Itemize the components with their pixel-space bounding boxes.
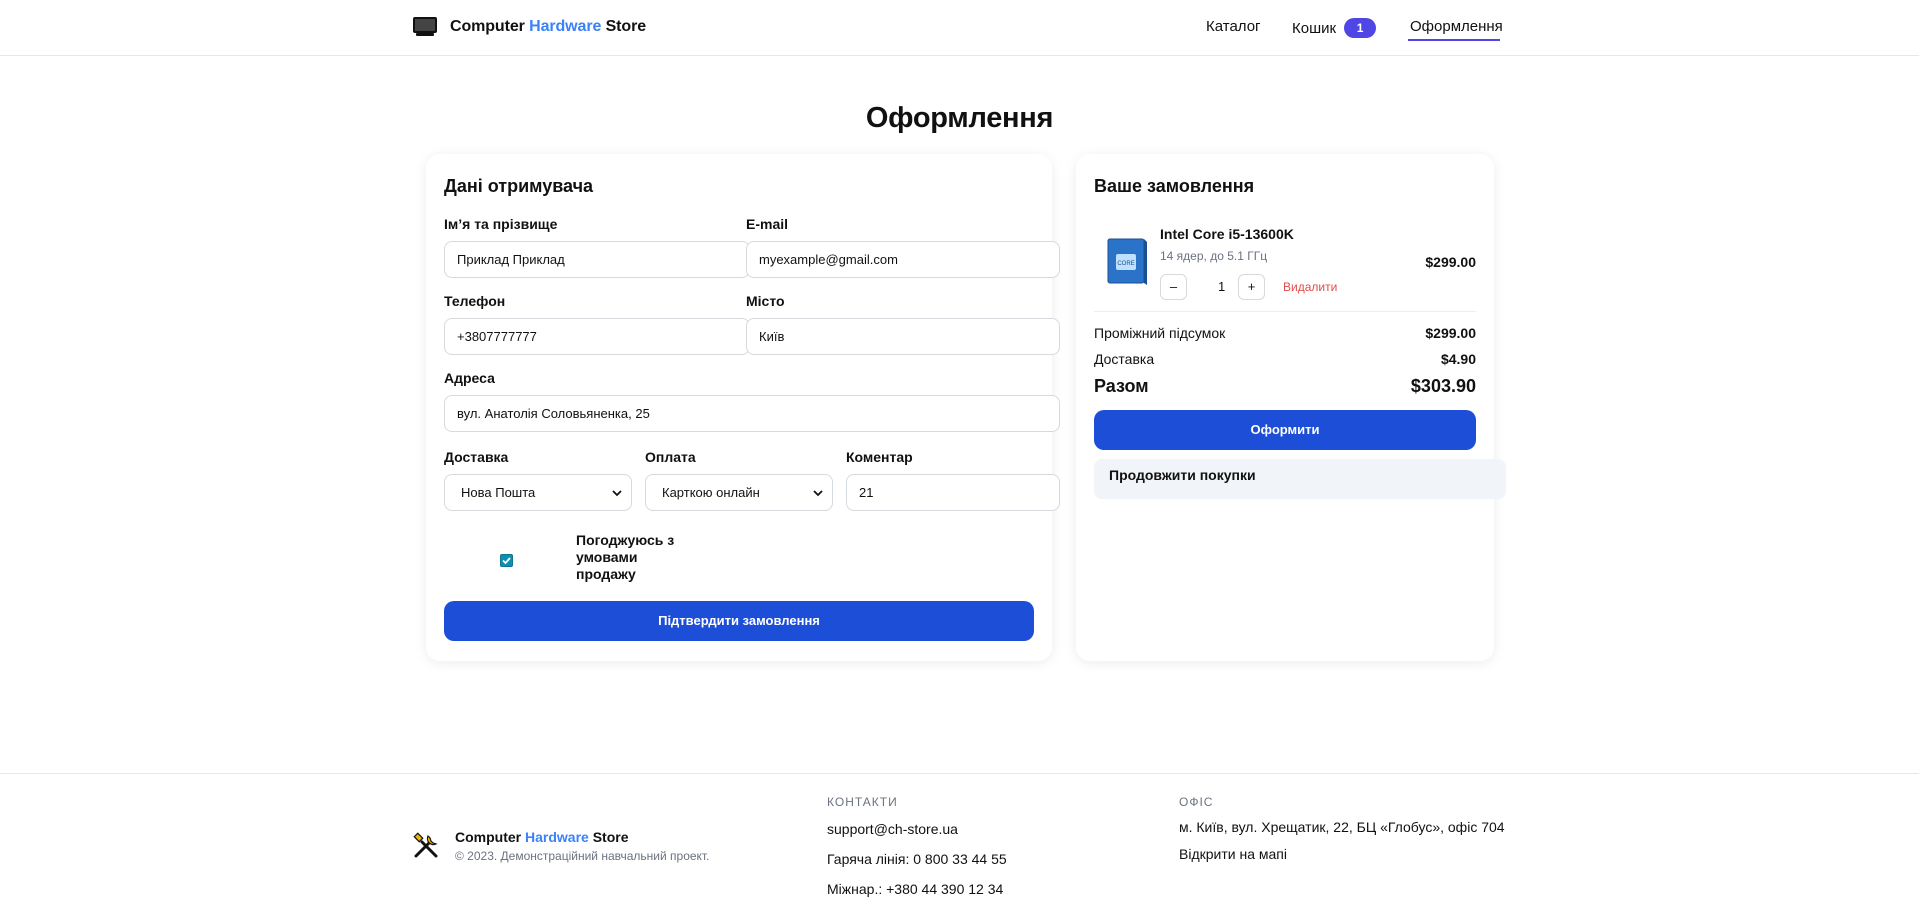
continue-shopping-button[interactable]: Продовжити покупки <box>1094 459 1506 499</box>
nav-checkout[interactable]: Оформлення <box>1410 18 1503 35</box>
city-input[interactable]: Київ <box>746 318 1060 355</box>
comment-input[interactable]: 21 <box>846 474 1060 511</box>
nav-catalog[interactable]: Каталог <box>1206 18 1261 35</box>
brand-logo[interactable]: Computer Hardware Store <box>412 16 646 38</box>
nav-cart-label: Кошик <box>1292 19 1337 37</box>
item-price: $299.00 <box>1425 254 1476 270</box>
payment-select-value: Карткою онлайн <box>662 485 760 500</box>
footer-copyright: © 2023. Демонстраційний навчальний проек… <box>455 849 710 863</box>
email-label: E-mail <box>746 216 789 232</box>
site-header: Computer Hardware Store Каталог Кошик 1 … <box>0 0 1919 56</box>
svg-text:CORE: CORE <box>1117 261 1134 267</box>
office-heading: ОФІС <box>1179 795 1214 809</box>
page-title: Оформлення <box>865 102 1054 134</box>
form-section-title: Дані отримувача <box>444 176 594 196</box>
tools-icon <box>413 832 438 858</box>
contact-hotline[interactable]: Гаряча лінія: 0 800 33 44 55 <box>827 851 1007 867</box>
remove-item-link[interactable]: Видалити <box>1283 280 1337 294</box>
contact-email-link[interactable]: support@ch-store.ua <box>827 821 958 837</box>
name-label: Ім’я та прізвище <box>444 216 558 232</box>
chevron-down-icon <box>612 489 622 496</box>
confirm-order-button[interactable]: Підтвердити замовлення <box>444 601 1034 641</box>
product-name[interactable]: Intel Core i5-13600K <box>1160 226 1294 242</box>
nav-cart[interactable]: Кошик 1 <box>1292 18 1377 38</box>
delivery-select[interactable]: Нова Пошта <box>444 474 632 511</box>
office-address: м. Київ, вул. Хрещатик, 22, БЦ «Глобус»,… <box>1179 819 1505 835</box>
cpu-box-image: CORE <box>1107 238 1147 285</box>
subtotal-label: Проміжний підсумок <box>1094 325 1226 341</box>
phone-input[interactable]: +3807777777 <box>444 318 750 355</box>
checkout-button[interactable]: Оформити <box>1094 410 1476 450</box>
recipient-form-card: Дані отримувача Ім’я та прізвище Приклад… <box>426 154 1060 661</box>
name-input[interactable]: Приклад Приклад <box>444 241 750 278</box>
divider <box>1094 311 1476 312</box>
payment-select[interactable]: Карткою онлайн <box>645 474 833 511</box>
brand-name: Computer Hardware Store <box>450 18 647 35</box>
total-label: Разом <box>1094 376 1149 396</box>
delivery-label: Доставка <box>444 449 509 465</box>
qty-increase-button[interactable]: + <box>1238 274 1265 300</box>
email-input[interactable]: myexample@gmail.com <box>746 241 1060 278</box>
shipping-value: $4.90 <box>1440 351 1476 367</box>
comment-label: Коментар <box>846 449 913 465</box>
active-nav-indicator <box>1408 39 1500 41</box>
shipping-label: Доставка <box>1094 351 1155 367</box>
subtotal-value: $299.00 <box>1425 325 1476 341</box>
agree-label: Погоджуюсь з умовами продажу <box>576 532 675 582</box>
site-footer: Computer Hardware Store © 2023. Демонстр… <box>0 773 1919 919</box>
contacts-heading: КОНТАКТИ <box>827 795 898 809</box>
address-input[interactable]: вул. Анатолія Соловьяненка, 25 <box>444 395 1060 432</box>
monitor-icon <box>413 17 437 36</box>
agree-checkbox[interactable] <box>500 554 513 567</box>
total-value: $303.90 <box>1410 376 1476 396</box>
qty-value: 1 <box>1218 279 1226 294</box>
cart-count-badge: 1 <box>1344 18 1377 38</box>
city-label: Місто <box>746 293 785 309</box>
address-label: Адреса <box>444 370 495 386</box>
order-summary-card: Ваше замовлення CORE Intel Core i5-13600… <box>1076 154 1506 661</box>
payment-label: Оплата <box>645 449 696 465</box>
qty-decrease-button[interactable]: – <box>1160 274 1187 300</box>
product-description: 14 ядер, до 5.1 ГГц <box>1160 249 1268 263</box>
phone-label: Телефон <box>444 293 506 309</box>
contact-intl[interactable]: Міжнар.: +380 44 390 12 34 <box>827 881 1003 897</box>
delivery-select-value: Нова Пошта <box>461 485 536 500</box>
open-map-link[interactable]: Відкрити на мапі <box>1179 846 1287 862</box>
checkmark-icon <box>502 557 511 565</box>
order-section-title: Ваше замовлення <box>1094 176 1255 196</box>
footer-brand: Computer Hardware Store <box>455 829 629 845</box>
chevron-down-icon <box>813 489 823 496</box>
